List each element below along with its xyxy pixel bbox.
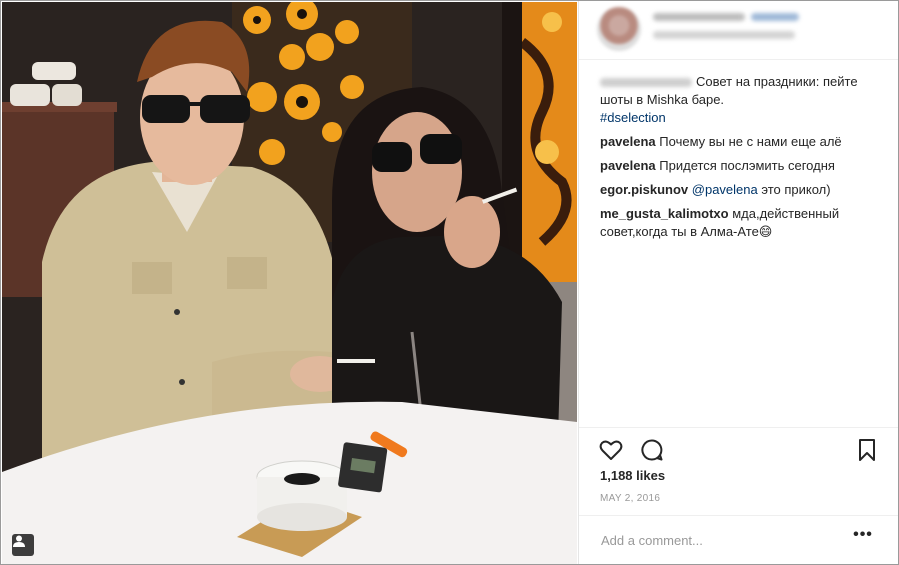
heart-icon (599, 440, 623, 460)
blurred-caption-username[interactable] (600, 78, 692, 88)
comment-icon (641, 439, 663, 461)
comment-text: Почему вы не с нами еще алё (659, 134, 842, 149)
comment-mention[interactable]: @pavelena (692, 182, 758, 197)
blurred-follow-link[interactable] (751, 13, 799, 21)
comment-text: Придется послэмить сегодня (659, 158, 835, 173)
comment-username[interactable]: egor.piskunov (600, 182, 688, 197)
comment-username[interactable]: pavelena (600, 158, 656, 173)
blurred-username[interactable] (653, 13, 745, 21)
avatar[interactable] (597, 7, 641, 51)
post-photo[interactable] (2, 2, 577, 564)
bookmark-icon (859, 439, 875, 461)
hashtag-link[interactable]: #dselection (600, 109, 890, 127)
comment-username[interactable]: pavelena (600, 134, 656, 149)
comment-item: egor.piskunov @pavelena это прикол) (600, 181, 890, 199)
post-date: MAY 2, 2016 (600, 493, 661, 504)
photo-illustration (2, 2, 577, 564)
comments-list: Совет на праздники: пейте шоты в Mishka … (600, 73, 890, 247)
user-tag-button[interactable] (12, 534, 34, 556)
post-caption: Совет на праздники: пейте шоты в Mishka … (600, 73, 890, 127)
blurred-location[interactable] (653, 31, 795, 39)
add-comment-input[interactable] (599, 528, 843, 552)
comment-button[interactable] (639, 437, 665, 463)
post-sidebar: Совет на праздники: пейте шоты в Mishka … (578, 1, 898, 564)
add-comment-bar: ••• (579, 515, 898, 564)
more-options-button[interactable]: ••• (851, 527, 875, 550)
comment-username[interactable]: me_gusta_kalimotxo (600, 206, 729, 221)
like-button[interactable] (598, 437, 624, 463)
save-button[interactable] (854, 437, 880, 463)
action-bar (579, 427, 898, 461)
user-tag-icon (13, 535, 25, 547)
instagram-post-window: Совет на праздники: пейте шоты в Mishka … (0, 0, 899, 565)
likes-count[interactable]: 1,188 likes (600, 468, 665, 483)
comment-item: me_gusta_kalimotxo мда,действенный совет… (600, 205, 890, 241)
post-header (579, 1, 898, 60)
comment-item: pavelena Придется послэмить сегодня (600, 157, 890, 175)
comment-item: pavelena Почему вы не с нами еще алё (600, 133, 890, 151)
comment-text: это прикол) (757, 182, 831, 197)
